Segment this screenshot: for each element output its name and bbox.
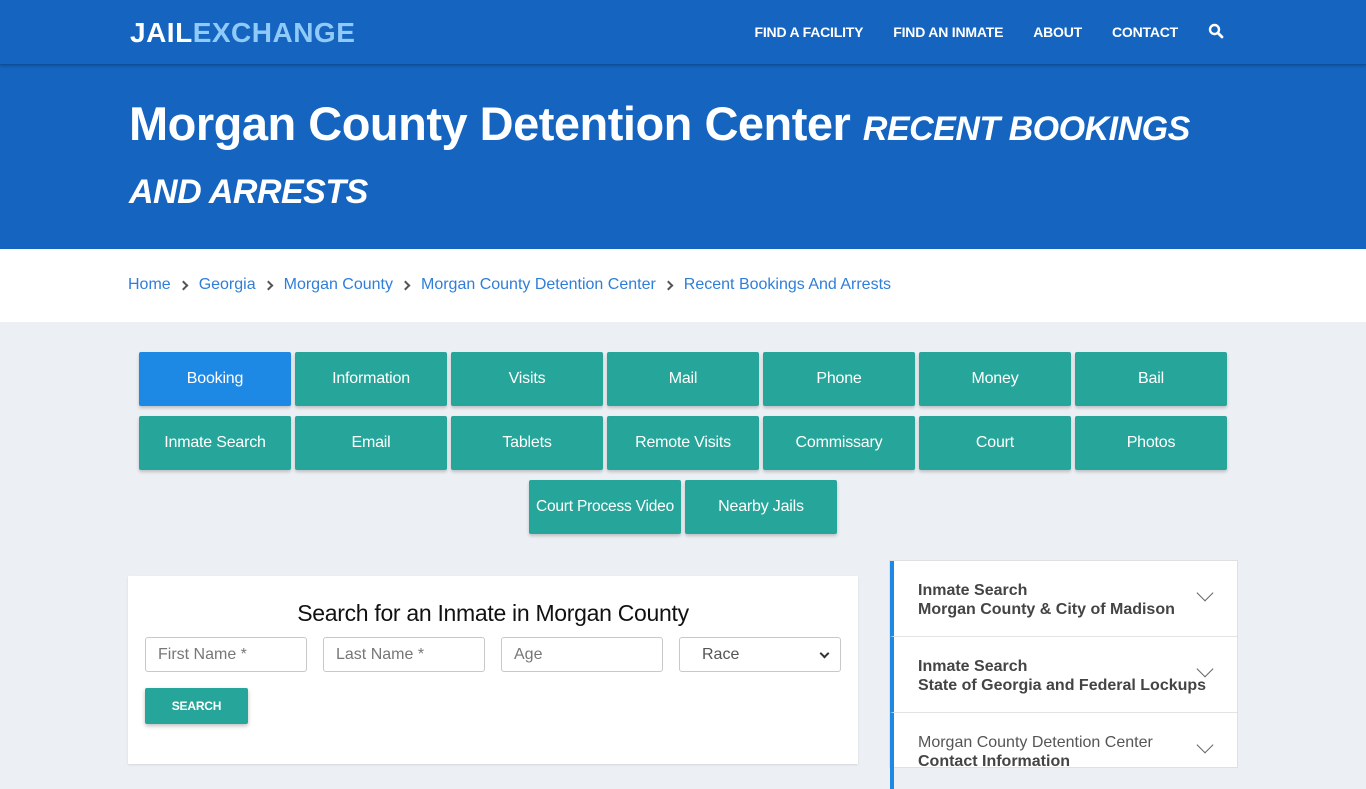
page-hero: Morgan County Detention Center RECENT BO… [0,65,1366,249]
page-title: Morgan County Detention Center RECENT BO… [129,95,1239,221]
nav-find-inmate[interactable]: FIND AN INMATE [893,24,1003,40]
nav-about[interactable]: ABOUT [1033,24,1082,40]
breadcrumb-county[interactable]: Morgan County [284,276,393,294]
first-name-input[interactable] [145,637,307,672]
tab-email[interactable]: Email [295,416,447,470]
tab-booking[interactable]: Booking [139,352,291,406]
site-logo[interactable]: JAILEXCHANGE [130,16,355,50]
age-input[interactable] [501,637,663,672]
accordion-item-county-search[interactable]: Inmate Search Morgan County & City of Ma… [890,561,1237,637]
main-nav: FIND A FACILITY FIND AN INMATE ABOUT CON… [755,0,1238,64]
last-name-input[interactable] [323,637,485,672]
tab-court[interactable]: Court [919,416,1071,470]
tab-row-1: Booking Information Visits Mail Phone Mo… [137,350,1229,408]
accordion-title: Morgan County Detention Center [918,734,1153,751]
inmate-search-form: Search for an Inmate in Morgan County Ra… [128,576,858,764]
breadcrumb-facility[interactable]: Morgan County Detention Center [421,276,656,294]
chevron-down-icon [1196,736,1214,754]
breadcrumb: Home Georgia Morgan County Morgan County… [128,276,891,294]
chevron-right-icon [178,280,189,290]
chevron-down-icon [1196,660,1214,678]
sidebar-accordion: Inmate Search Morgan County & City of Ma… [889,560,1238,789]
accordion-subtitle: Contact Information [918,753,1070,770]
nav-find-facility[interactable]: FIND A FACILITY [755,24,864,40]
logo-jail: JAIL [130,17,193,48]
accordion-title: Inmate Search [918,582,1028,599]
breadcrumb-bar: Home Georgia Morgan County Morgan County… [0,249,1366,322]
tab-visits[interactable]: Visits [451,352,603,406]
tab-information[interactable]: Information [295,352,447,406]
search-heading: Search for an Inmate in Morgan County [297,600,689,626]
tab-row-2: Inmate Search Email Tablets Remote Visit… [137,414,1229,472]
top-navigation: JAILEXCHANGE FIND A FACILITY FIND AN INM… [0,0,1366,65]
tab-nearby-jails[interactable]: Nearby Jails [685,480,837,534]
tab-commissary[interactable]: Commissary [763,416,915,470]
breadcrumb-home[interactable]: Home [128,276,171,294]
breadcrumb-state[interactable]: Georgia [199,276,256,294]
race-select-value: Race [702,645,740,663]
breadcrumb-current[interactable]: Recent Bookings And Arrests [684,276,891,294]
chevron-down-icon [819,648,830,659]
tab-money[interactable]: Money [919,352,1071,406]
tab-mail[interactable]: Mail [607,352,759,406]
accordion-subtitle: Morgan County & City of Madison [918,601,1175,618]
tab-court-process-video[interactable]: Court Process Video [529,480,681,534]
tab-phone[interactable]: Phone [763,352,915,406]
tab-remote-visits[interactable]: Remote Visits [607,416,759,470]
accordion-subtitle: State of Georgia and Federal Lockups [918,677,1207,694]
facility-tabs: Booking Information Visits Mail Phone Mo… [137,350,1229,536]
tab-row-3: Court Process Video Nearby Jails [137,478,1229,536]
nav-contact[interactable]: CONTACT [1112,24,1178,40]
page-title-main: Morgan County Detention Center [129,97,851,150]
chevron-down-icon [1196,584,1214,602]
accordion-item-state-search[interactable]: Inmate Search State of Georgia and Feder… [890,637,1237,713]
tab-photos[interactable]: Photos [1075,416,1227,470]
accordion-title: Inmate Search [918,658,1028,675]
chevron-right-icon [263,280,274,290]
tab-tablets[interactable]: Tablets [451,416,603,470]
tab-inmate-search[interactable]: Inmate Search [139,416,291,470]
chevron-right-icon [400,280,411,290]
search-icon[interactable] [1208,23,1224,39]
accordion-item-contact-info[interactable]: Morgan County Detention Center Contact I… [890,713,1237,789]
race-select[interactable]: Race [679,637,841,672]
tab-bail[interactable]: Bail [1075,352,1227,406]
logo-exchange: EXCHANGE [192,17,356,48]
search-button[interactable]: SEARCH [145,688,248,724]
chevron-right-icon [663,280,674,290]
